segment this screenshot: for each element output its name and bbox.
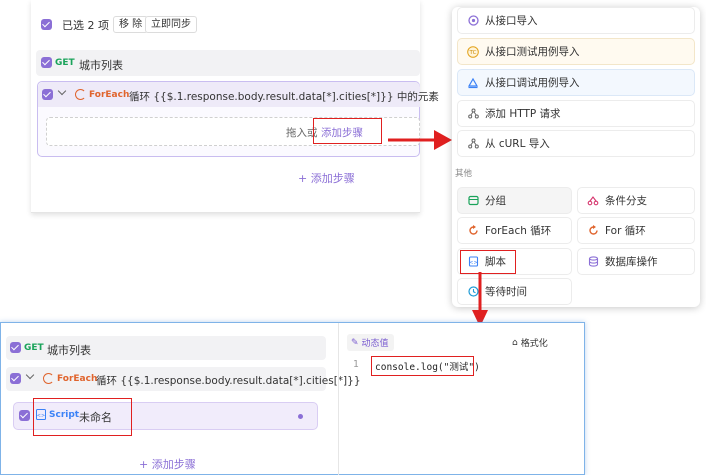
section-label-other: 其他 bbox=[455, 169, 473, 179]
format-button[interactable]: ⌂ 格式化 bbox=[512, 336, 548, 350]
foreach-checkbox[interactable] bbox=[10, 373, 21, 384]
split-divider[interactable] bbox=[338, 323, 339, 475]
add-step-menu: 从接口导入 TC 从接口测试用例导入 从接口调试用例导入 添加 HTTP 请求 … bbox=[452, 7, 700, 307]
foreach-tag: ForEach bbox=[89, 90, 130, 100]
foreach-checkbox[interactable] bbox=[42, 89, 53, 100]
step-checkbox[interactable] bbox=[41, 57, 52, 68]
menu-item-add-http[interactable]: 添加 HTTP 请求 bbox=[457, 100, 695, 127]
arrow-right-icon bbox=[388, 130, 452, 150]
foreach-label: 循环 {{$.1.response.body.result.data[*].ci… bbox=[129, 91, 439, 103]
curl-icon bbox=[467, 138, 479, 150]
menu-item-import-test-case[interactable]: TC 从接口测试用例导入 bbox=[457, 38, 695, 65]
highlight-box-script-step bbox=[33, 398, 132, 436]
step-name: 城市列表 bbox=[79, 59, 123, 72]
step-name: 城市列表 bbox=[47, 344, 91, 357]
highlight-box-code bbox=[371, 356, 474, 376]
format-icon: ⌂ bbox=[512, 337, 518, 348]
menu-item-for-loop[interactable]: For 循环 bbox=[577, 217, 695, 244]
selection-count: 已选 2 项 bbox=[62, 19, 109, 32]
menu-item-database[interactable]: 数据库操作 bbox=[577, 248, 695, 275]
highlight-box-script bbox=[460, 250, 516, 274]
magic-wand-icon: ✎ bbox=[351, 337, 359, 348]
sync-now-button[interactable]: 立即同步 bbox=[145, 16, 197, 33]
select-all-checkbox[interactable] bbox=[41, 19, 52, 30]
dynamic-value-button[interactable]: ✎ 动态值 bbox=[347, 334, 394, 351]
menu-item-import-curl[interactable]: 从 cURL 导入 bbox=[457, 130, 695, 157]
menu-item-import-debug-case[interactable]: 从接口调试用例导入 bbox=[457, 69, 695, 96]
method-tag: GET bbox=[24, 343, 44, 353]
add-step-button[interactable]: + 添加步骤 bbox=[298, 170, 355, 186]
add-step-button[interactable]: + 添加步骤 bbox=[139, 456, 196, 472]
method-tag: GET bbox=[55, 58, 75, 68]
script-checkbox[interactable] bbox=[19, 410, 30, 421]
database-icon bbox=[587, 256, 599, 268]
for-icon bbox=[587, 225, 599, 237]
foreach-label: 循环 {{$.1.response.body.result.data[*].ci… bbox=[96, 375, 361, 387]
menu-item-condition-branch[interactable]: 条件分支 bbox=[577, 187, 695, 214]
highlight-box bbox=[313, 118, 382, 144]
import-api-icon bbox=[467, 15, 479, 27]
debug-case-icon bbox=[467, 77, 479, 89]
loop-icon bbox=[75, 89, 86, 100]
step-checkbox[interactable] bbox=[10, 342, 21, 353]
foreach-tag: ForEach bbox=[57, 374, 98, 384]
tc-icon: TC bbox=[467, 45, 479, 58]
remove-button[interactable]: 移 除 bbox=[113, 16, 149, 33]
menu-item-import-api[interactable]: 从接口导入 bbox=[457, 7, 695, 34]
line-number: 1 bbox=[353, 359, 359, 370]
group-icon bbox=[467, 195, 479, 207]
loop-icon bbox=[43, 373, 54, 384]
steps-panel-top: 已选 2 项 移 除 立即同步 GET 城市列表 ForEach 循环 {{$.… bbox=[31, 0, 439, 213]
http-icon bbox=[467, 108, 479, 120]
menu-item-foreach-loop[interactable]: ForEach 循环 bbox=[457, 217, 572, 244]
menu-item-group[interactable]: 分组 bbox=[457, 187, 572, 214]
status-dot bbox=[298, 414, 303, 419]
svg-text:TC: TC bbox=[469, 50, 477, 56]
foreach-icon bbox=[467, 225, 479, 237]
script-editor-panel: GET 城市列表 ForEach 循环 {{$.1.response.body.… bbox=[0, 322, 585, 475]
branch-icon bbox=[587, 195, 599, 207]
